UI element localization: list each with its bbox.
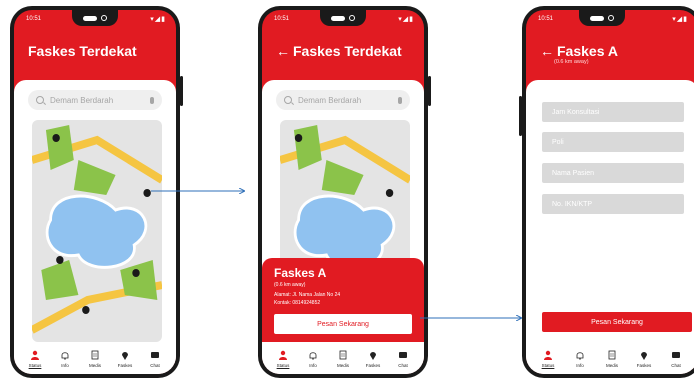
flow-arrows — [151, 0, 694, 382]
mockup-canvas: 10:51 ▾◢▮ Faskes Terdekat Demam Berdarah — [0, 0, 694, 382]
